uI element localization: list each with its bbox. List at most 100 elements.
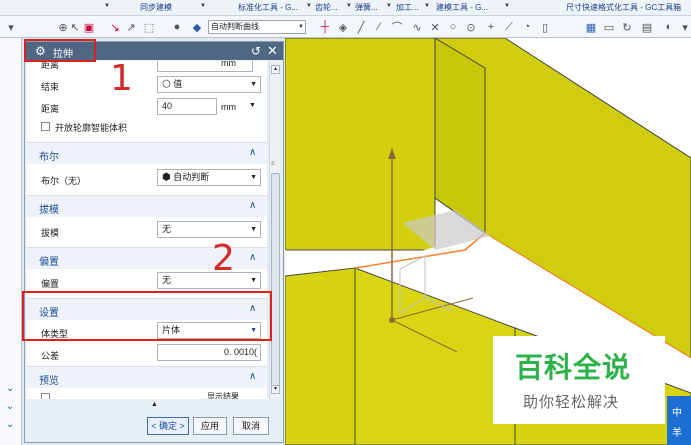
boolean-value: 自动判断 xyxy=(173,172,210,182)
dropdown-arrow-icon[interactable]: ▼ xyxy=(200,3,206,9)
preview-section-title: 预览 xyxy=(39,376,59,387)
tolerance-value: 0. 0010( xyxy=(223,347,257,357)
dropdown-arrow-icon[interactable]: ▾ xyxy=(4,20,18,34)
distance-unit: mm xyxy=(221,102,236,112)
deselect-icon[interactable]: ↗ xyxy=(124,20,138,34)
plus-icon[interactable]: + xyxy=(484,20,498,34)
offset-value: 无 xyxy=(162,275,172,285)
draft-value: 无 xyxy=(162,224,172,234)
sphere-icon[interactable]: ● xyxy=(170,20,184,34)
chevron-up-icon: ∧ xyxy=(249,200,257,211)
apply-button[interactable]: 应用 xyxy=(193,417,227,435)
dropdown-arrow-icon[interactable]: ▼ xyxy=(346,3,352,9)
distance-top-unit: mm xyxy=(221,61,236,68)
layout-icon[interactable]: ▤ xyxy=(640,20,654,34)
region-icon[interactable]: ▯ xyxy=(538,20,552,34)
dropdown-arrow-icon[interactable]: ▼ xyxy=(306,3,312,9)
chevron-down-icon[interactable]: ▼ xyxy=(249,102,256,109)
menu-standard-tools[interactable]: 标准化工具 - G... xyxy=(238,2,298,13)
end-select[interactable]: ⬡ 值 ▼ xyxy=(157,76,261,93)
close-icon[interactable]: ✕ xyxy=(267,43,278,59)
boolean-section-header[interactable]: 布尔 ∧ xyxy=(27,142,267,164)
boolean-select[interactable]: ⬢ 自动判断 ▼ xyxy=(157,169,261,186)
distance-value: 40 xyxy=(162,101,173,111)
watermark-title: 百科全说 xyxy=(515,352,632,383)
diagonal-icon[interactable]: ⟋ xyxy=(502,20,516,34)
preview-section-header[interactable]: 预览 ∧ xyxy=(27,366,267,388)
chevron-up-icon: ∧ xyxy=(249,371,257,382)
arrow-select-icon[interactable]: ↘ xyxy=(108,20,122,34)
follow-fillet-icon[interactable]: ◈ xyxy=(336,20,350,34)
draft-section-header[interactable]: 拔模 ∧ xyxy=(27,195,267,217)
point-icon[interactable]: ✕ xyxy=(428,20,442,34)
draft-label: 拔模 xyxy=(41,228,60,238)
chevron-down-icon[interactable]: ▾ xyxy=(678,20,691,34)
palette-icon[interactable]: ◐ xyxy=(662,20,676,34)
cube-icon[interactable]: ◆ xyxy=(190,20,204,34)
scroll-down-icon[interactable]: ▼ xyxy=(271,385,280,394)
menu-gear[interactable]: 齿轮... xyxy=(315,2,338,13)
offset-section-title: 偏置 xyxy=(39,257,59,268)
scroll-up-icon[interactable]: ▲ xyxy=(271,65,280,74)
menu-sync-modeling[interactable]: 同步建模 xyxy=(140,2,172,13)
chevron-up-icon: ∧ xyxy=(249,147,257,158)
collapse-icon[interactable]: ▲ xyxy=(151,401,158,408)
polyline-icon[interactable]: ∿ xyxy=(410,20,424,34)
stop-at-intersection-icon[interactable]: ┼ xyxy=(318,20,332,34)
step-number-1: 1 xyxy=(110,58,133,99)
view-icon[interactable]: ▦ xyxy=(584,20,598,34)
reset-icon[interactable]: ↺ xyxy=(251,44,261,58)
chevron-down-icon: ▼ xyxy=(250,174,257,181)
chevron-down-icon[interactable]: ⌄ xyxy=(6,401,14,412)
filter-icon[interactable]: ▣ xyxy=(82,20,96,34)
dropdown-arrow-icon[interactable]: ▼ xyxy=(424,3,430,9)
line-icon[interactable]: ╱ xyxy=(354,20,368,34)
ok-button[interactable]: < 确定 > xyxy=(147,417,189,435)
open-profile-label: 开放轮廓智能体积 xyxy=(55,123,128,133)
chevron-down-icon: ▼ xyxy=(250,226,257,233)
watermark-subtitle: 助你轻松解决 xyxy=(523,394,620,411)
dashed-line-icon[interactable]: ⁄ xyxy=(372,20,386,34)
angle-icon[interactable]: ◔ xyxy=(520,20,534,34)
toolbar: ▾ ⊕ ↖ ▣ ↘ ↗ ⬚ ● ◆ 自动判断曲线 ▼ ┼ ◈ ╱ ⁄ ⌒ ∿ ✕… xyxy=(0,16,691,38)
arc-icon[interactable]: ⌒ xyxy=(390,20,404,34)
rotate-icon[interactable]: ↻ xyxy=(620,20,634,34)
offset-select[interactable]: 无 ▼ xyxy=(157,272,261,289)
dropdown-arrow-icon[interactable]: ▼ xyxy=(386,3,392,9)
tolerance-input[interactable]: 0. 0010( xyxy=(157,344,261,361)
window-icon[interactable]: ▭ xyxy=(602,20,616,34)
chevron-down-icon: ▼ xyxy=(298,24,304,30)
select-icon[interactable]: ↖ xyxy=(68,20,82,34)
cancel-button[interactable]: 取消 xyxy=(233,417,269,435)
menu-spring[interactable]: 弹簧... xyxy=(355,2,378,13)
chevron-down-icon: ▼ xyxy=(250,277,257,284)
dialog-button-bar: ▲ < 确定 > 应用 取消 xyxy=(27,399,281,442)
scroll-thumb[interactable] xyxy=(271,173,280,388)
chevron-down-icon[interactable]: ⌄ xyxy=(6,383,14,394)
menu-dimension-format[interactable]: 尺寸快速格式化工具 - GC工具箱 xyxy=(566,2,681,13)
center-point-icon[interactable]: ⊙ xyxy=(464,20,478,34)
tolerance-label: 公差 xyxy=(41,351,60,361)
chevron-down-icon: ▼ xyxy=(250,81,257,88)
curve-rule-select[interactable]: 自动判断曲线 ▼ xyxy=(208,20,306,34)
distance-label: 距离 xyxy=(41,104,60,114)
resource-bar: ⌄ ⌄ ⌄ xyxy=(0,38,22,445)
settings-highlight-box xyxy=(22,291,272,341)
dialog-scrollbar[interactable]: ▲ ≡ ▼ xyxy=(269,61,281,399)
scroll-grip-icon: ≡ xyxy=(271,161,275,167)
title-highlight-box xyxy=(24,39,96,62)
chevron-down-icon[interactable]: ⌄ xyxy=(6,419,14,430)
menu-machining[interactable]: 加工... xyxy=(396,2,419,13)
dropdown-arrow-icon[interactable]: ▼ xyxy=(504,3,510,9)
end-value: 值 xyxy=(173,79,183,89)
distance-top-field[interactable] xyxy=(157,61,253,72)
menu-bar: ▼ 同步建模 ▼ 标准化工具 - G... ▼ 齿轮... ▼ 弹簧... ▼ … xyxy=(0,0,691,16)
draft-select[interactable]: 无 ▼ xyxy=(157,221,261,238)
distance-input[interactable]: 40 xyxy=(157,98,217,115)
open-profile-checkbox[interactable] xyxy=(41,122,50,131)
circle-icon[interactable]: ○ xyxy=(446,20,460,34)
dropdown-arrow-icon[interactable]: ▼ xyxy=(104,3,110,9)
menu-modeling-tools[interactable]: 建模工具 - G... xyxy=(436,2,488,13)
box-select-icon[interactable]: ⬚ xyxy=(142,20,156,34)
curve-rule-value: 自动判断曲线 xyxy=(211,22,259,31)
